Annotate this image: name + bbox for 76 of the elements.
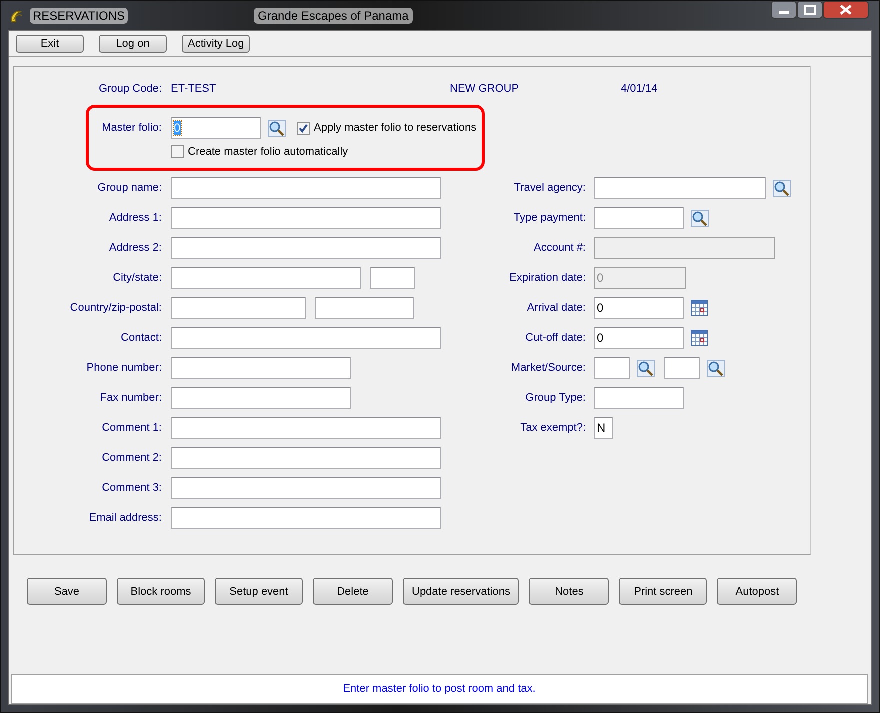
field-label: Email address: bbox=[88, 512, 162, 524]
field-label: Type payment: bbox=[512, 212, 586, 224]
action-button[interactable]: Delete bbox=[313, 578, 393, 605]
close-icon[interactable] bbox=[823, 1, 869, 19]
search-icon[interactable] bbox=[707, 360, 725, 376]
field-label: Country/zip-postal: bbox=[69, 302, 162, 314]
input-field[interactable] bbox=[315, 297, 414, 319]
field-label: Arrival date: bbox=[526, 302, 586, 314]
minimize-icon[interactable] bbox=[771, 1, 797, 19]
field-label: Address 1: bbox=[108, 212, 162, 224]
action-button[interactable]: Save bbox=[27, 578, 107, 605]
field-label: Comment 2: bbox=[101, 452, 162, 464]
field-label: Group Code: bbox=[98, 83, 162, 95]
window-subtitle: Grande Escapes of Panama bbox=[254, 8, 413, 24]
toolbar-button[interactable]: Activity Log bbox=[182, 34, 250, 52]
field-label: Address 2: bbox=[108, 242, 162, 254]
search-icon[interactable] bbox=[268, 120, 286, 136]
input-field[interactable] bbox=[171, 267, 361, 289]
checkbox-label: Apply master folio to reservations bbox=[314, 122, 477, 134]
field-label: Account #: bbox=[533, 242, 586, 254]
action-button[interactable]: Print screen bbox=[619, 578, 708, 605]
input-field[interactable] bbox=[171, 387, 351, 409]
input-field[interactable] bbox=[594, 387, 684, 409]
calendar-icon[interactable] bbox=[691, 300, 708, 316]
action-button[interactable]: Notes bbox=[529, 578, 610, 605]
input-field[interactable] bbox=[171, 477, 441, 499]
action-button[interactable]: Block rooms bbox=[117, 578, 205, 605]
action-button[interactable]: Setup event bbox=[215, 578, 303, 605]
input-field[interactable] bbox=[594, 177, 766, 199]
field-label: Travel agency: bbox=[513, 182, 586, 194]
search-icon[interactable] bbox=[637, 360, 655, 376]
input-field[interactable] bbox=[594, 207, 684, 229]
field-label: Expiration date: bbox=[508, 272, 586, 284]
field-label: Group Type: bbox=[524, 392, 586, 404]
field-label: Tax exempt?: bbox=[520, 422, 586, 434]
field-label: Comment 3: bbox=[101, 482, 162, 494]
checkbox[interactable] bbox=[297, 122, 310, 134]
toolbar-button[interactable]: Exit bbox=[16, 34, 84, 52]
checkbox-label: Create master folio automatically bbox=[188, 146, 348, 158]
calendar-icon[interactable] bbox=[691, 330, 708, 346]
maximize-icon[interactable] bbox=[797, 1, 823, 19]
input-field[interactable] bbox=[171, 237, 441, 259]
status-bar: Enter master folio to post room and tax. bbox=[11, 674, 868, 704]
input-field[interactable] bbox=[171, 507, 441, 529]
input-field[interactable] bbox=[171, 417, 441, 439]
field-label: Fax number: bbox=[99, 392, 162, 404]
action-button[interactable]: Update reservations bbox=[403, 578, 520, 605]
field-label: Market/Source: bbox=[510, 362, 586, 374]
field-label: Master folio: bbox=[101, 122, 162, 134]
input-field[interactable] bbox=[664, 357, 700, 379]
input-field[interactable] bbox=[171, 177, 441, 199]
input-field[interactable] bbox=[171, 207, 441, 229]
field-label: Group name: bbox=[96, 182, 162, 194]
input-field[interactable] bbox=[370, 267, 415, 289]
input-field[interactable] bbox=[171, 357, 351, 379]
input-field[interactable] bbox=[171, 327, 441, 349]
input-field[interactable]: N bbox=[594, 417, 613, 439]
field-label: Cut-off date: bbox=[524, 332, 586, 344]
group-status: NEW GROUP bbox=[450, 83, 520, 95]
toolbar-button[interactable]: Log on bbox=[99, 34, 167, 52]
field-label: Contact: bbox=[120, 332, 162, 344]
input-field[interactable] bbox=[171, 297, 306, 319]
field-label: City/state: bbox=[112, 272, 162, 284]
field-label: Comment 1: bbox=[101, 422, 162, 434]
window-title: RESERVATIONS bbox=[30, 8, 128, 24]
checkbox[interactable] bbox=[171, 145, 184, 158]
group-date: 4/01/14 bbox=[621, 83, 658, 95]
field-label: Phone number: bbox=[86, 362, 162, 374]
input-field[interactable] bbox=[171, 447, 441, 469]
search-icon[interactable] bbox=[773, 180, 791, 196]
input-field[interactable]: 0 bbox=[594, 297, 684, 319]
input-field[interactable] bbox=[594, 357, 630, 379]
action-button[interactable]: Autopost bbox=[717, 578, 798, 605]
group-code: ET-TEST bbox=[171, 83, 218, 95]
input-field[interactable]: 0 bbox=[594, 327, 684, 349]
search-icon[interactable] bbox=[691, 210, 709, 226]
